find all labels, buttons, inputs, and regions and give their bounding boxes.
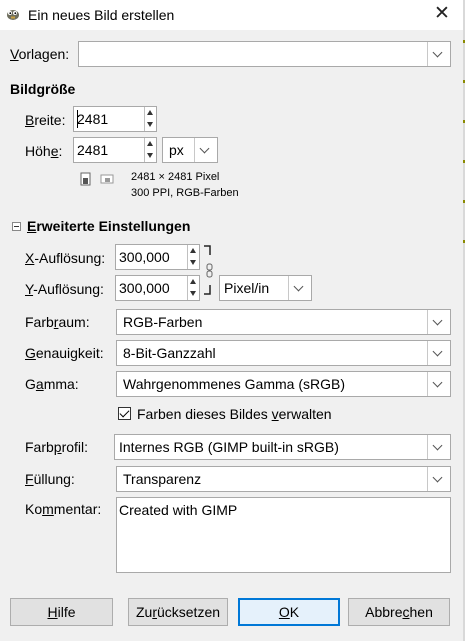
spin-up-icon[interactable]	[147, 110, 153, 115]
chevron-down-icon	[427, 435, 450, 459]
width-spin-buttons[interactable]	[144, 107, 156, 131]
chevron-down-icon	[427, 341, 450, 365]
chevron-down-icon	[427, 467, 450, 491]
landscape-icon[interactable]	[100, 174, 114, 184]
xres-label: X-Auflösung:	[25, 250, 106, 266]
colorspace-select[interactable]: RGB-Farben	[116, 309, 451, 335]
help-button[interactable]: Hilfe	[10, 598, 113, 626]
manage-colors-label[interactable]: Farben dieses Bildes verwalten	[137, 406, 332, 422]
spin-down-icon[interactable]	[147, 122, 153, 127]
spin-up-icon[interactable]	[147, 141, 153, 146]
spin-down-icon[interactable]	[147, 153, 153, 158]
resolution-unit-select[interactable]: Pixel/in	[219, 275, 312, 301]
chevron-down-icon	[427, 372, 450, 396]
title-bar: Ein neues Bild erstellen ✕	[0, 0, 463, 30]
size-info-resolution: 300 PPI, RGB-Farben	[131, 187, 239, 199]
xres-spin-buttons[interactable]	[187, 245, 199, 269]
comment-textarea[interactable]: Created with GIMP	[116, 497, 451, 573]
precision-label: Genauigkeit:	[25, 345, 104, 361]
yres-spinbox[interactable]: 300,000	[115, 275, 200, 301]
width-spinbox[interactable]: 2481	[73, 106, 157, 132]
precision-select[interactable]: 8-Bit-Ganzzahl	[116, 340, 451, 366]
chevron-down-icon	[427, 42, 450, 66]
image-size-heading: Bildgröße	[10, 81, 76, 97]
chevron-down-icon	[288, 276, 311, 300]
color-profile-select[interactable]: Internes RGB (GIMP built-in sRGB)	[114, 434, 451, 460]
template-label: Vorlagen:	[10, 46, 70, 62]
gamma-label: Gamma:	[25, 376, 79, 392]
gimp-icon	[7, 10, 19, 20]
close-icon[interactable]: ✕	[433, 4, 451, 23]
color-profile-label: Farbprofil:	[25, 439, 89, 455]
spin-down-icon[interactable]	[190, 291, 196, 296]
text-cursor	[77, 110, 78, 128]
checkbox-checked-icon[interactable]	[118, 407, 131, 420]
size-unit-select[interactable]: px	[162, 137, 218, 163]
reset-button[interactable]: Zurücksetzen	[128, 598, 228, 626]
fill-label: Füllung:	[25, 471, 75, 487]
size-info-dimensions: 2481 × 2481 Pixel	[131, 171, 220, 183]
height-label: Höhe:	[25, 143, 63, 159]
chevron-down-icon	[427, 310, 450, 334]
width-label: Breite:	[25, 112, 66, 128]
fill-select[interactable]: Transparenz	[116, 466, 451, 492]
chain-icon[interactable]	[203, 245, 213, 295]
advanced-heading[interactable]: Erweiterte Einstellungen	[27, 218, 190, 234]
window-title: Ein neues Bild erstellen	[28, 7, 175, 23]
portrait-icon[interactable]	[80, 172, 92, 186]
spin-up-icon[interactable]	[190, 248, 196, 253]
comment-label: Kommentar:	[25, 501, 102, 517]
height-spin-buttons[interactable]	[144, 138, 156, 162]
template-select[interactable]	[78, 41, 451, 67]
xres-spinbox[interactable]: 300,000	[115, 244, 200, 270]
spin-up-icon[interactable]	[190, 279, 196, 284]
expander-minus-icon[interactable]	[12, 222, 21, 231]
colorspace-label: Farbraum:	[25, 314, 90, 330]
spin-down-icon[interactable]	[190, 260, 196, 265]
yres-label: Y-Auflösung:	[25, 281, 104, 297]
gamma-select[interactable]: Wahrgenommenes Gamma (sRGB)	[116, 371, 451, 397]
height-spinbox[interactable]: 2481	[73, 137, 157, 163]
dialog-window: Ein neues Bild erstellen ✕ Vorlagen: Bil…	[0, 0, 464, 641]
cancel-button[interactable]: Abbrechen	[348, 598, 450, 626]
ok-button[interactable]: OK	[238, 598, 340, 626]
yres-spin-buttons[interactable]	[187, 276, 199, 300]
chevron-down-icon	[194, 138, 217, 162]
